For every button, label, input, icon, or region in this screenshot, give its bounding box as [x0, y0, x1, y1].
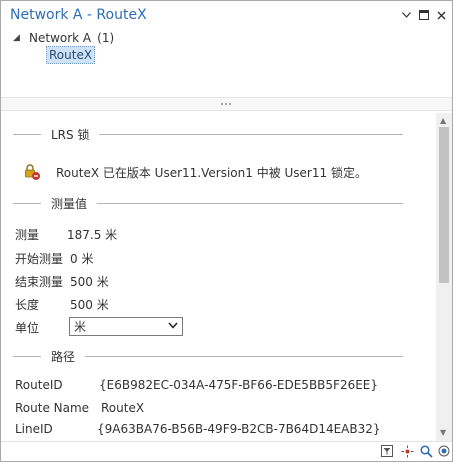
chevron-down-icon — [168, 319, 178, 332]
chevron-down-icon[interactable] — [399, 8, 413, 22]
field-value: {9A63BA76-B56B-49F9-B2CB-7B64D14EAB32} — [97, 422, 381, 436]
field-value: RouteX — [101, 401, 145, 415]
title-bar: Network A - RouteX — [1, 1, 452, 29]
scroll-up-icon[interactable]: ▲ — [440, 116, 446, 125]
tree-node-network[interactable]: ◢ Network A (1) — [13, 31, 114, 45]
section-lrs-lock: LRS 锁 — [13, 126, 403, 143]
section-title: 路径 — [51, 350, 76, 364]
footer-toolbar — [1, 441, 452, 461]
lock-message: RouteX 已在版本 User11.Version1 中被 User11 锁定… — [56, 165, 367, 180]
lock-icon — [23, 163, 41, 181]
field-units: 单位 — [15, 319, 39, 336]
tree-node-label: Network A — [29, 31, 92, 45]
identify-pane: Network A - RouteX ◢ Network A (1) Route… — [0, 0, 453, 462]
tree-node-routex[interactable]: RouteX — [46, 46, 96, 64]
close-icon[interactable] — [434, 8, 448, 22]
scroll-thumb[interactable] — [439, 127, 449, 283]
field-label: 测量 — [15, 228, 40, 242]
pane-splitter[interactable] — [1, 97, 452, 111]
field-value: 500 米 — [70, 275, 109, 289]
window-title: Network A - RouteX — [10, 7, 147, 23]
results-tree: ◢ Network A (1) RouteX — [1, 29, 452, 97]
scroll-down-icon[interactable]: ▼ — [440, 428, 446, 437]
attributes-panel: LRS 锁 RouteX 已在版本 User11.Version1 中被 Use… — [1, 113, 435, 441]
field-label: Route Name — [15, 401, 90, 415]
section-title: 测量值 — [51, 197, 88, 211]
field-routeid: RouteID {E6B982EC-034A-475F-BF66-EDE5BB5… — [15, 378, 378, 392]
field-label: LineID — [15, 422, 53, 436]
units-select[interactable]: 米 — [69, 317, 183, 336]
filter-icon[interactable] — [380, 444, 394, 458]
field-label: RouteID — [15, 378, 63, 392]
section-title: LRS 锁 — [51, 128, 90, 142]
field-route-name: Route Name RouteX — [15, 401, 144, 415]
zoom-to-icon[interactable] — [419, 444, 433, 458]
maximize-icon[interactable] — [417, 8, 431, 22]
field-value: 500 米 — [70, 298, 109, 312]
field-lineid: LineID {9A63BA76-B56B-49F9-B2CB-7B64D14E… — [15, 422, 381, 436]
field-label: 开始测量 — [15, 252, 64, 266]
field-from-measure: 开始测量 0 米 — [15, 250, 93, 267]
field-label: 单位 — [15, 321, 40, 335]
lock-status: RouteX 已在版本 User11.Version1 中被 User11 锁定… — [23, 163, 367, 181]
pan-to-icon[interactable] — [437, 444, 451, 458]
field-value: 0 米 — [70, 252, 94, 266]
flash-icon[interactable] — [400, 444, 414, 458]
section-route: 路径 — [13, 348, 403, 365]
field-measure: 测量 187.5 米 — [15, 226, 117, 243]
field-to-measure: 结束测量 500 米 — [15, 273, 109, 290]
field-label: 结束测量 — [15, 275, 64, 289]
field-value: {E6B982EC-034A-475F-BF66-EDE5BB5F26EE} — [99, 378, 379, 392]
section-measures: 测量值 — [13, 195, 403, 212]
vertical-scrollbar[interactable]: ▲ ▼ — [436, 113, 452, 441]
field-value: 187.5 米 — [67, 228, 118, 242]
field-length: 长度 500 米 — [15, 296, 109, 313]
expand-arrow-icon[interactable]: ◢ — [13, 33, 25, 43]
units-select-value: 米 — [74, 320, 87, 334]
grip-icon — [221, 103, 231, 107]
tree-node-count: (1) — [97, 31, 115, 45]
field-label: 长度 — [15, 298, 40, 312]
